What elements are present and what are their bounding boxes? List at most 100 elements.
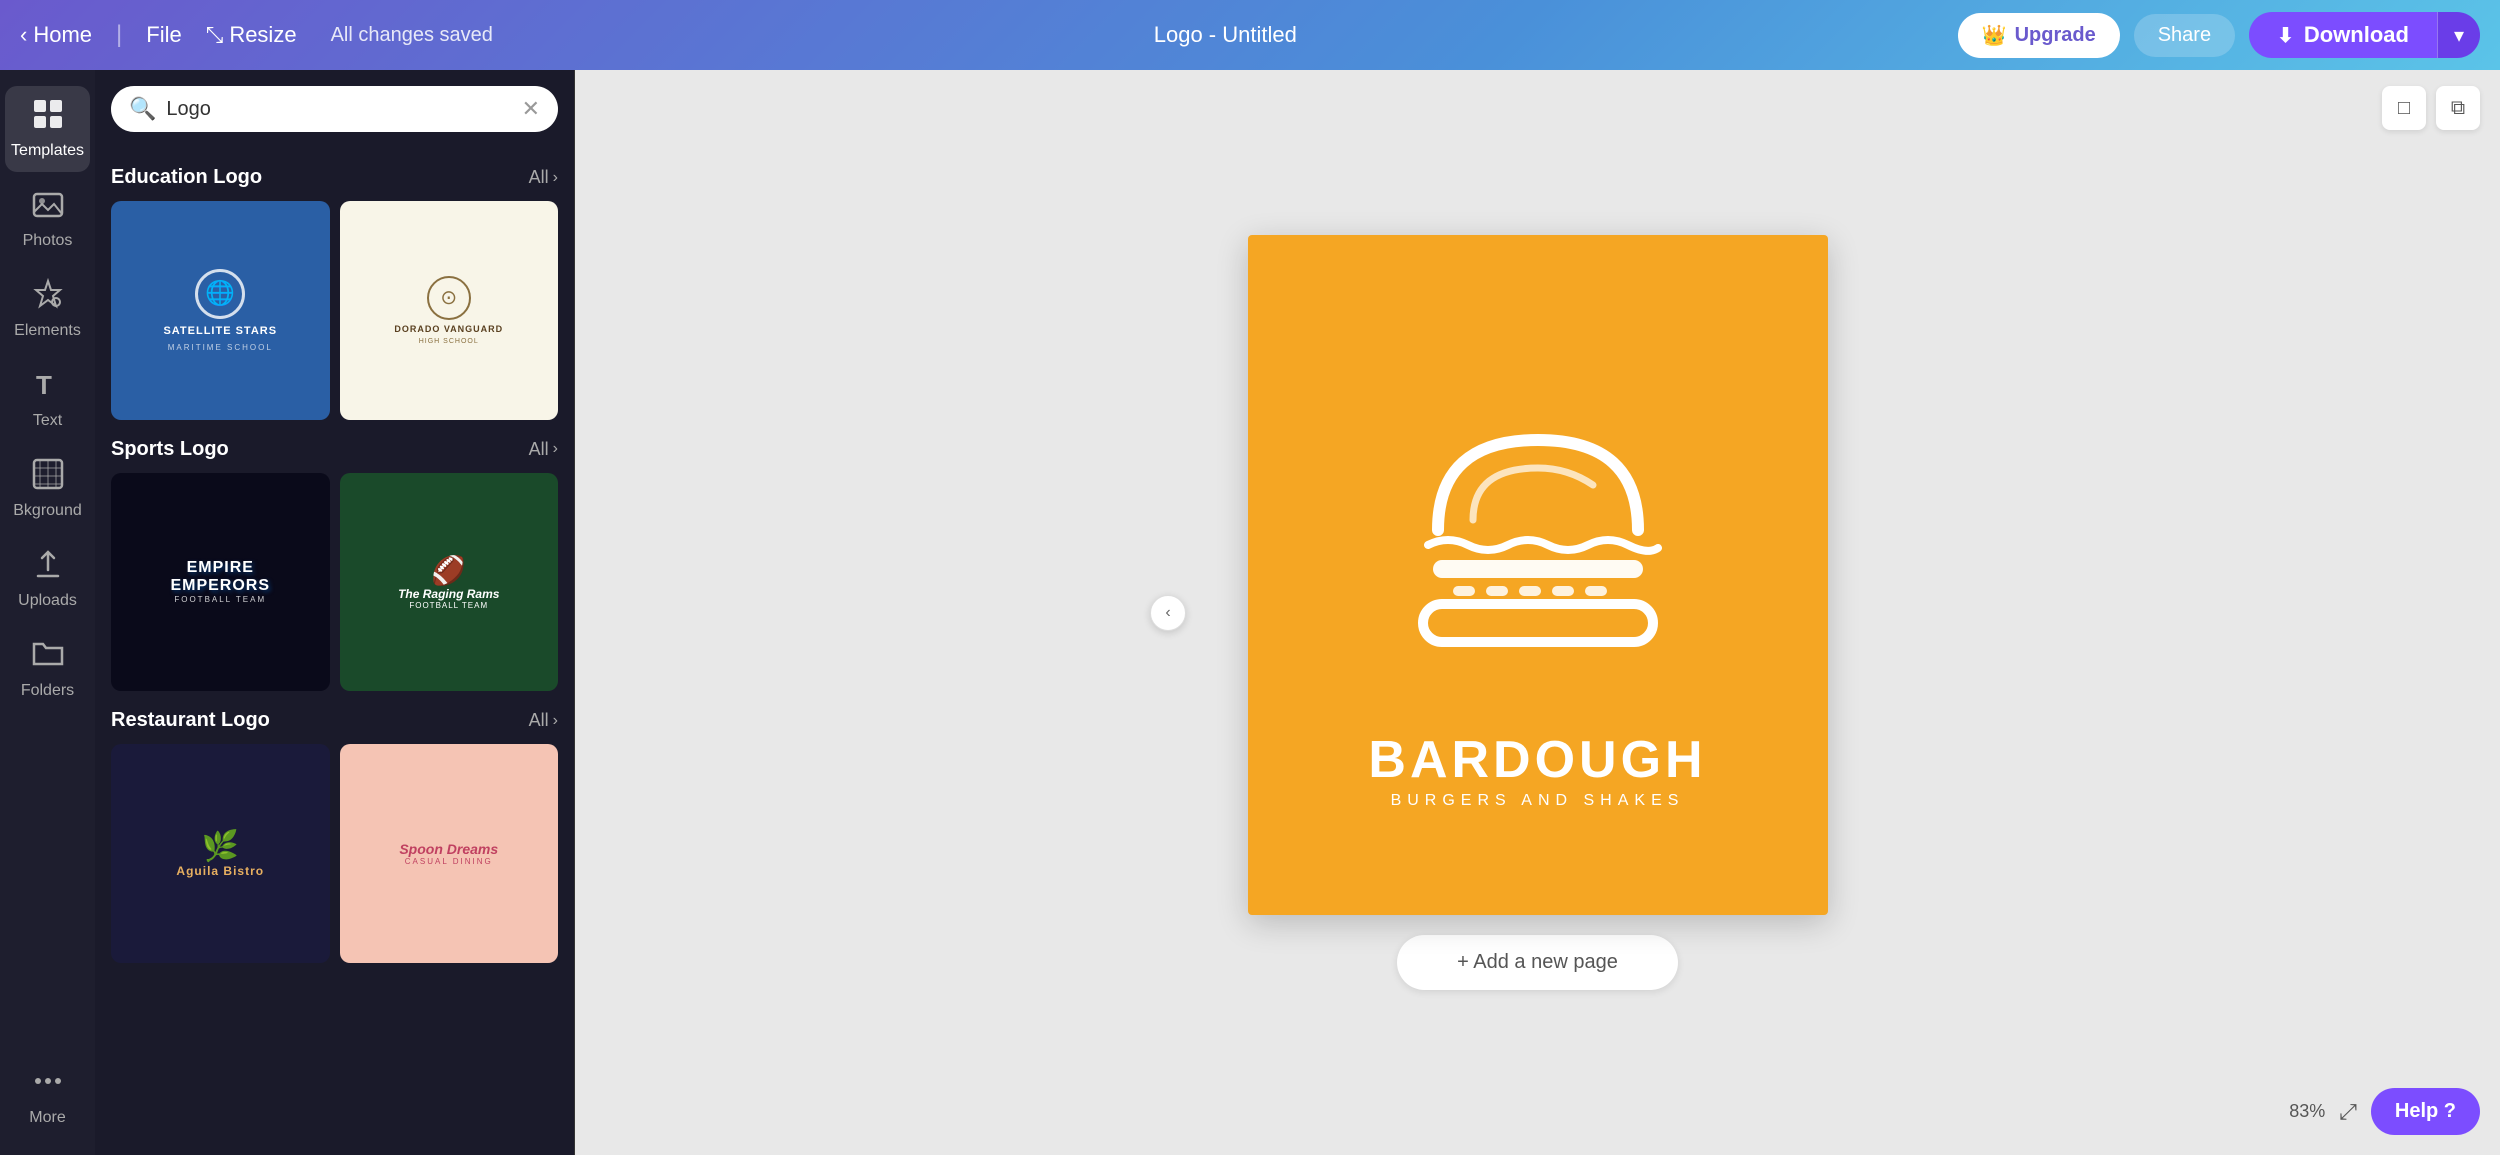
education-template-grid: 🌐 SATELLITE STARS MARITIME SCHOOL ⊙ DORA…: [111, 201, 558, 420]
crown-icon: 👑: [1982, 23, 2007, 48]
template-card-sport2[interactable]: 🏈 The Raging Rams FOOTBALL TEAM: [340, 473, 559, 692]
see-all-label: All: [529, 167, 549, 188]
canvas-wrapper: BARDOUGH BURGERS AND SHAKES + Add a new …: [1248, 235, 1828, 990]
restaurant-template-grid: 🌿 Aguila Bistro Spoon Dreams CASUAL DINI…: [111, 744, 558, 963]
download-dropdown-button[interactable]: ▾: [2437, 12, 2480, 58]
see-all-chevron-icon: ›: [553, 712, 558, 730]
copy-tool-button[interactable]: ⧉: [2436, 86, 2480, 130]
search-input[interactable]: [166, 98, 511, 121]
see-all-chevron-icon: ›: [553, 440, 558, 458]
file-label: File: [146, 22, 181, 48]
resize-label: Resize: [229, 22, 296, 48]
background-label: Bkground: [13, 502, 82, 520]
upgrade-button[interactable]: 👑 Upgrade: [1958, 13, 2120, 58]
sidebar-item-templates[interactable]: Templates: [5, 86, 90, 172]
templates-label: Templates: [11, 142, 84, 160]
topbar-right: 👑 Upgrade Share ⬇ Download ▾: [1958, 12, 2480, 58]
hide-panel-icon: ‹: [1165, 604, 1170, 622]
sidebar-item-background[interactable]: Bkground: [5, 446, 90, 532]
burger-logo-svg: [1378, 340, 1698, 720]
templates-panel: 🔍 ✕ Education Logo All › 🌐 SATELLITE S: [95, 70, 575, 1155]
template-card-edu1[interactable]: 🌐 SATELLITE STARS MARITIME SCHOOL: [111, 201, 330, 420]
sidebar-item-more[interactable]: More: [5, 1053, 90, 1139]
home-button[interactable]: ‹ Home: [20, 22, 92, 48]
add-page-button[interactable]: + Add a new page: [1397, 935, 1678, 990]
topbar: ‹ Home | File ⤡ Resize All changes saved…: [0, 0, 2500, 70]
brand-sub: BURGERS AND SHAKES: [1368, 792, 1706, 810]
logo-canvas[interactable]: BARDOUGH BURGERS AND SHAKES: [1248, 235, 1828, 915]
upgrade-label: Upgrade: [2015, 24, 2096, 47]
svg-text:T: T: [36, 370, 52, 400]
text-icon: T: [32, 368, 64, 407]
see-all-label: All: [529, 439, 549, 460]
divider: |: [116, 21, 122, 49]
chevron-left-icon: ‹: [20, 22, 27, 48]
search-icon: 🔍: [129, 96, 156, 122]
copy-icon: ⧉: [2451, 97, 2465, 120]
sports-see-all[interactable]: All ›: [529, 439, 558, 460]
sports-section-title: Sports Logo: [111, 438, 229, 461]
uploads-label: Uploads: [18, 592, 77, 610]
sports-section-header: Sports Logo All ›: [111, 438, 558, 461]
see-all-chevron-icon: ›: [553, 169, 558, 187]
templates-list: Education Logo All › 🌐 SATELLITE STARS M…: [95, 148, 574, 1155]
download-button[interactable]: ⬇ Download: [2249, 12, 2437, 58]
folders-icon: [32, 638, 64, 677]
elements-label: Elements: [14, 322, 81, 340]
resize-icon: ⤡: [206, 22, 224, 48]
sidebar-item-uploads[interactable]: Uploads: [5, 536, 90, 622]
fullscreen-button[interactable]: ⤢: [2339, 1099, 2357, 1125]
template-card-sport1[interactable]: EMPIREEMPERORS FOOTBALL TEAM: [111, 473, 330, 692]
more-label: More: [29, 1109, 65, 1127]
sidebar-item-text[interactable]: T Text: [5, 356, 90, 442]
resize-button[interactable]: ⤡ Resize: [206, 22, 297, 48]
sports-template-grid: EMPIREEMPERORS FOOTBALL TEAM 🏈 The Ragin…: [111, 473, 558, 692]
canvas-toolbar: □ ⧉: [2382, 86, 2480, 130]
download-label: Download: [2304, 22, 2409, 48]
restaurant-section-header: Restaurant Logo All ›: [111, 709, 558, 732]
zoom-level: 83%: [2289, 1101, 2325, 1122]
template-card-edu2[interactable]: ⊙ DORADO VANGUARD HIGH SCHOOL: [340, 201, 559, 420]
template-card-rest1[interactable]: 🌿 Aguila Bistro: [111, 744, 330, 963]
fullscreen-icon: ⤢: [2339, 1099, 2357, 1124]
template-card-rest2[interactable]: Spoon Dreams CASUAL DINING: [340, 744, 559, 963]
education-section-header: Education Logo All ›: [111, 166, 558, 189]
download-icon: ⬇: [2277, 23, 2294, 48]
clear-icon[interactable]: ✕: [522, 96, 540, 122]
notes-icon: □: [2398, 97, 2410, 120]
education-section-title: Education Logo: [111, 166, 262, 189]
file-button[interactable]: File: [146, 22, 181, 48]
restaurant-section-title: Restaurant Logo: [111, 709, 270, 732]
sidebar-item-elements[interactable]: Elements: [5, 266, 90, 352]
saved-status: All changes saved: [331, 24, 493, 47]
main-layout: Templates Photos Elements: [0, 70, 2500, 1155]
photos-label: Photos: [23, 232, 73, 250]
see-all-label: All: [529, 710, 549, 731]
home-label: Home: [33, 22, 92, 48]
photos-icon: [32, 188, 64, 227]
elements-icon: [32, 278, 64, 317]
canvas-area: □ ⧉: [575, 70, 2500, 1155]
chevron-down-icon: ▾: [2454, 25, 2464, 47]
help-button[interactable]: Help ?: [2371, 1088, 2480, 1135]
more-icon: [32, 1065, 64, 1104]
templates-icon: [32, 98, 64, 137]
search-bar: 🔍 ✕: [111, 86, 558, 132]
share-label: Share: [2158, 24, 2211, 46]
restaurant-see-all[interactable]: All ›: [529, 710, 558, 731]
download-group: ⬇ Download ▾: [2249, 12, 2480, 58]
text-label: Text: [33, 412, 62, 430]
uploads-icon: [32, 548, 64, 587]
logo-brand: BARDOUGH BURGERS AND SHAKES: [1368, 730, 1706, 810]
notes-tool-button[interactable]: □: [2382, 86, 2426, 130]
topbar-left: ‹ Home | File ⤡ Resize All changes saved: [20, 21, 493, 49]
sidebar-item-photos[interactable]: Photos: [5, 176, 90, 262]
share-button[interactable]: Share: [2134, 14, 2235, 57]
background-icon: [32, 458, 64, 497]
hide-panel-button[interactable]: ‹: [1150, 595, 1186, 631]
sidebar-item-folders[interactable]: Folders: [5, 626, 90, 712]
brand-name: BARDOUGH: [1368, 730, 1706, 790]
document-title: Logo - Untitled: [1154, 22, 1297, 48]
canvas-bottom-controls: 83% ⤢ Help ?: [2289, 1088, 2480, 1135]
education-see-all[interactable]: All ›: [529, 167, 558, 188]
